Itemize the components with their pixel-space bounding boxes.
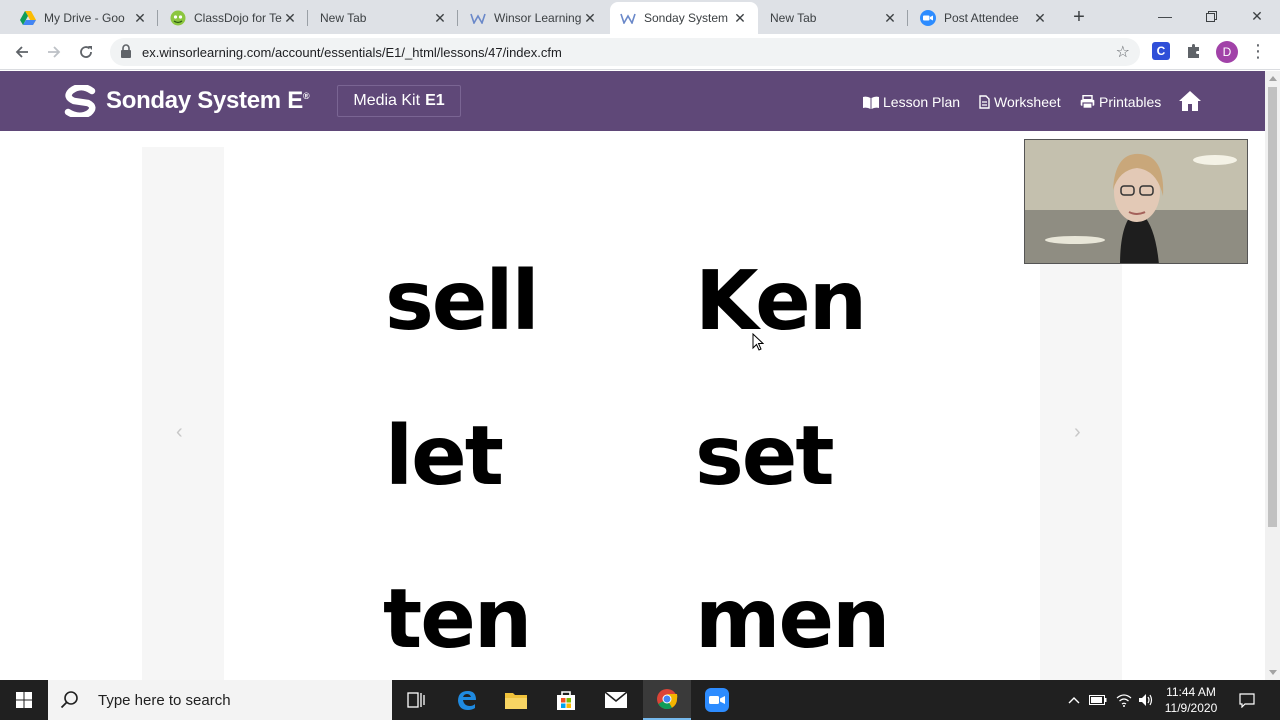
printer-icon — [1080, 95, 1095, 109]
media-kit-level: E1 — [425, 92, 445, 109]
mouse-cursor-icon — [752, 333, 764, 351]
mail-icon[interactable] — [592, 680, 640, 720]
close-icon[interactable]: ✕ — [882, 10, 898, 26]
scroll-down-arrow-icon[interactable] — [1269, 670, 1277, 675]
scroll-up-arrow-icon[interactable] — [1269, 76, 1277, 81]
brand-registered-mark: ® — [302, 91, 310, 101]
brand-suffix: E — [287, 87, 303, 114]
close-icon[interactable]: ✕ — [132, 10, 148, 26]
winsor-icon — [620, 10, 636, 26]
word-card-6: men — [695, 572, 890, 667]
nav-worksheet[interactable]: Worksheet — [979, 94, 1061, 110]
tab-new-tab-1[interactable]: New Tab ✕ — [310, 2, 458, 34]
winsor-icon — [470, 10, 486, 26]
nav-lesson-plan[interactable]: Lesson Plan — [863, 94, 960, 110]
sonday-s-logo-icon — [64, 85, 96, 117]
word-card-2: Ken — [695, 254, 867, 349]
browser-menu-icon[interactable]: ⋮ — [1248, 40, 1268, 62]
restore-icon[interactable] — [1188, 0, 1234, 32]
webcam-person-image — [1025, 140, 1247, 263]
word-card-3: let — [385, 409, 504, 504]
back-arrow-icon[interactable] — [10, 40, 34, 64]
close-icon[interactable]: ✕ — [732, 10, 748, 26]
zoom-app-icon[interactable] — [693, 680, 741, 720]
show-hidden-icons-chevron-icon[interactable] — [1064, 680, 1084, 720]
word-card-1: sell — [385, 254, 540, 349]
book-icon — [863, 96, 879, 109]
word-card-5: ten — [383, 572, 532, 667]
address-bar[interactable]: ex.winsorlearning.com/account/essentials… — [110, 38, 1140, 66]
sonday-logo[interactable]: Sonday System E® — [62, 85, 310, 117]
nav-printables[interactable]: Printables — [1080, 94, 1161, 110]
extensions-puzzle-icon[interactable] — [1183, 40, 1205, 62]
site-header: Sonday System E® Media Kit E1 Lesson Pla… — [0, 71, 1265, 131]
taskbar-search-box[interactable]: Type here to search — [48, 680, 392, 720]
clock-date: 11/9/2020 — [1164, 701, 1218, 715]
window-close-icon[interactable]: ✕ — [1234, 0, 1280, 32]
document-icon — [979, 95, 990, 109]
edge-browser-icon[interactable] — [443, 680, 491, 720]
url-text: ex.winsorlearning.com/account/essentials… — [142, 45, 562, 60]
search-placeholder: Type here to search — [98, 691, 231, 709]
media-kit-badge[interactable]: Media Kit E1 — [337, 85, 461, 117]
word-card-4: set — [695, 409, 835, 504]
file-explorer-icon[interactable] — [492, 680, 540, 720]
profile-avatar[interactable]: D — [1216, 41, 1238, 63]
close-icon[interactable]: ✕ — [282, 10, 298, 26]
screen: My Drive - Goo ✕ ClassDojo for Te ✕ New … — [0, 0, 1280, 720]
search-icon — [60, 691, 78, 709]
extension-c-icon[interactable]: C — [1152, 42, 1170, 60]
battery-icon[interactable] — [1087, 680, 1109, 720]
task-view-icon[interactable] — [392, 680, 440, 720]
media-kit-label: Media Kit — [353, 92, 421, 109]
close-icon[interactable]: ✕ — [582, 10, 598, 26]
page-scrollbar[interactable] — [1265, 71, 1280, 680]
google-drive-icon — [20, 10, 36, 26]
home-icon[interactable] — [1178, 90, 1202, 112]
chrome-browser-icon[interactable] — [643, 680, 691, 720]
chevron-left-icon[interactable]: ‹ — [176, 421, 183, 444]
tab-sonday-system[interactable]: Sonday System ✕ — [610, 2, 758, 34]
tab-winsor-learning[interactable]: Winsor Learning ✕ — [460, 2, 608, 34]
minimize-icon[interactable]: — — [1142, 0, 1188, 32]
brand-name: Sonday System — [106, 87, 281, 114]
tab-new-tab-2[interactable]: New Tab ✕ — [760, 2, 908, 34]
forward-arrow-icon[interactable] — [42, 40, 66, 64]
browser-toolbar: ex.winsorlearning.com/account/essentials… — [0, 34, 1280, 70]
clock-time: 11:44 AM — [1166, 685, 1216, 699]
new-tab-button[interactable]: + — [1068, 6, 1090, 28]
webcam-video-feed — [1024, 139, 1248, 264]
lock-icon — [120, 44, 136, 60]
system-clock[interactable]: 11:44 AM 11/9/2020 — [1150, 684, 1232, 716]
tab-my-drive[interactable]: My Drive - Goo ✕ — [10, 2, 158, 34]
classdojo-icon — [170, 10, 186, 26]
tab-classdojo[interactable]: ClassDojo for Te ✕ — [160, 2, 308, 34]
bookmark-star-icon[interactable]: ☆ — [1116, 42, 1130, 62]
notifications-icon[interactable] — [1236, 680, 1258, 720]
reload-icon[interactable] — [74, 40, 98, 64]
wifi-icon[interactable] — [1113, 680, 1135, 720]
windows-start-icon[interactable] — [0, 680, 48, 720]
windows-taskbar: Type here to search 11:44 AM 11/9/2020 — [0, 680, 1280, 720]
close-icon[interactable]: ✕ — [1032, 10, 1048, 26]
scrollbar-thumb[interactable] — [1268, 87, 1277, 527]
microsoft-store-icon[interactable] — [542, 680, 590, 720]
browser-tab-strip: My Drive - Goo ✕ ClassDojo for Te ✕ New … — [0, 0, 1280, 34]
chevron-right-icon[interactable]: › — [1074, 421, 1081, 444]
tab-post-attendee[interactable]: Post Attendee ✕ — [910, 2, 1058, 34]
zoom-icon — [920, 10, 936, 26]
previous-slide-panel[interactable] — [142, 147, 224, 680]
close-icon[interactable]: ✕ — [432, 10, 448, 26]
